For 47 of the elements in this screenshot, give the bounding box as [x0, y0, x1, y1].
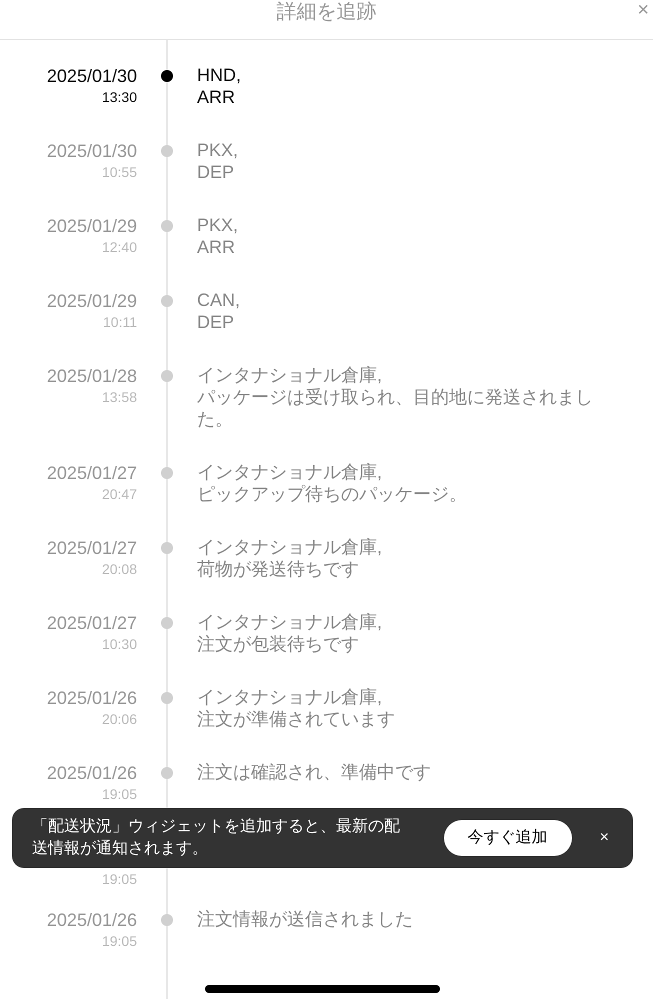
event-text: 注文情報が送信されました: [197, 908, 414, 930]
event-date: 2025/01/27: [46, 537, 137, 560]
event-time: 19:05: [102, 785, 137, 803]
event-text: PKX,: [197, 214, 240, 236]
event-date: 2025/01/30: [46, 65, 137, 88]
event-date: 2025/01/29: [46, 215, 137, 238]
event-text: 注文が準備されています: [197, 708, 396, 730]
event-time: 20:47: [102, 485, 137, 503]
event-time: 10:30: [102, 635, 137, 653]
event-text: HND,: [197, 64, 242, 86]
page-title: 詳細を追跡: [276, 2, 376, 22]
event-text: DEP: [197, 161, 236, 183]
event-time: 10:55: [102, 163, 137, 181]
event-text: ARR: [197, 86, 236, 108]
event-text: 注文が包装待ちです: [197, 633, 360, 655]
event-date: 2025/01/26: [46, 687, 137, 710]
event-text: CAN,: [197, 289, 242, 311]
event-time: 13:30: [102, 88, 137, 106]
event-date: 2025/01/29: [46, 290, 137, 313]
event-date: 2025/01/27: [46, 612, 137, 635]
event-text: PKX,: [197, 139, 240, 161]
event-time: 10:11: [103, 313, 137, 331]
event-text: インタナショナル倉庫,: [197, 536, 384, 558]
event-text: 荷物が発送待ちです: [197, 558, 360, 580]
event-time: 19:05: [102, 870, 137, 888]
event-text: パッケージは受け取られ、目的地に発送されました。: [197, 386, 594, 430]
toast-message: 「配送状況」ウィジェットを追加すると、最新の配送情報が通知されます。: [32, 816, 401, 859]
event-time: 20:06: [102, 710, 137, 728]
event-date: 2025/01/28: [46, 365, 137, 388]
add-now-button[interactable]: 今すぐ追加: [444, 820, 572, 856]
event-time: 20:08: [102, 560, 137, 578]
event-text: 注文は確認され、準備中です: [197, 761, 432, 783]
event-text: インタナショナル倉庫,: [197, 611, 384, 633]
event-text: DEP: [197, 311, 236, 333]
event-date: 2025/01/27: [46, 462, 137, 485]
event-text: インタナショナル倉庫,: [197, 686, 384, 708]
event-text: インタナショナル倉庫,: [197, 364, 384, 386]
event-text: ARR: [197, 236, 236, 258]
event-text: ピックアップ待ちのパッケージ。: [197, 483, 468, 505]
event-time: 19:05: [102, 932, 137, 950]
event-date: 2025/01/26: [46, 909, 137, 932]
event-date: 2025/01/26: [46, 762, 137, 785]
event-text: インタナショナル倉庫,: [197, 461, 384, 483]
event-time: 13:58: [102, 388, 137, 406]
event-time: 12:40: [102, 238, 137, 256]
close-button[interactable]: ×: [600, 826, 609, 850]
event-date: 2025/01/30: [46, 140, 137, 163]
